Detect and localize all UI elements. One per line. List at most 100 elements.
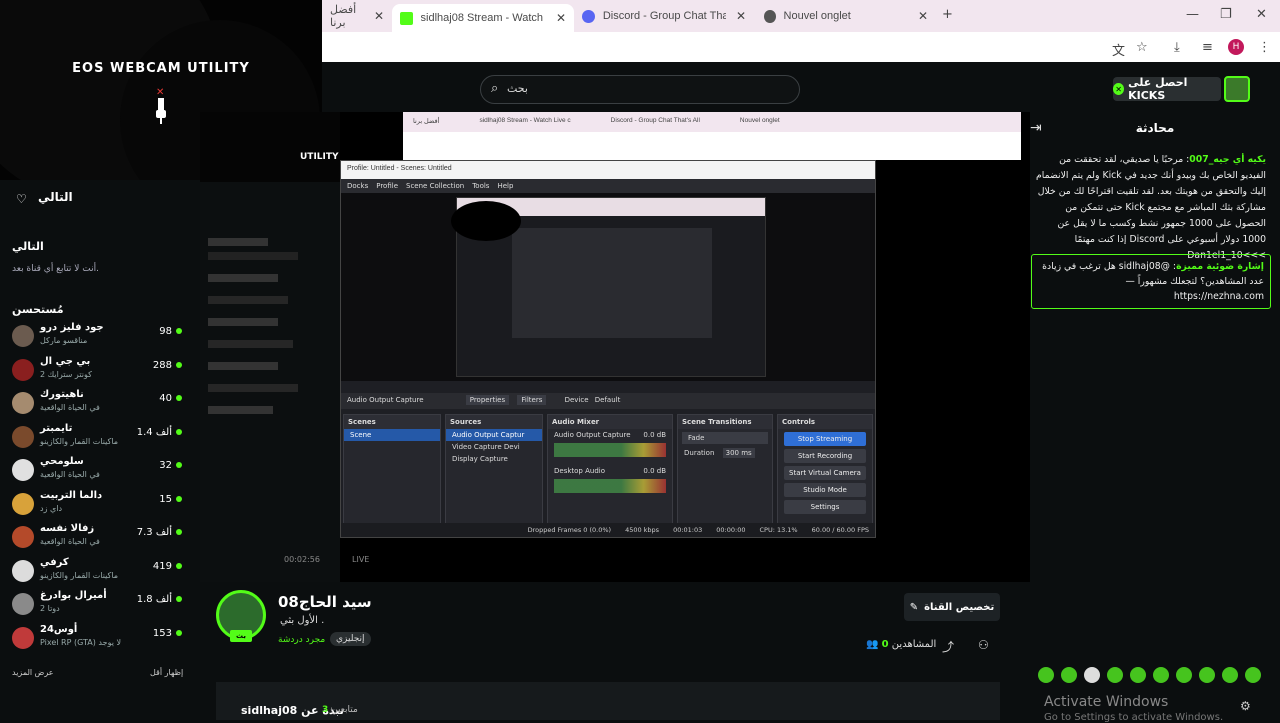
sidebar-channel[interactable]: أميرال بوادرغ دوتا 2 1.8 ألف xyxy=(10,590,190,623)
tab-1[interactable]: أفضل برنا ✕ xyxy=(322,4,392,29)
start-recording-button[interactable]: Start Recording xyxy=(784,449,866,463)
following-section: التالي xyxy=(12,240,44,253)
stream-tag[interactable]: إنجليزي xyxy=(330,632,371,646)
close-icon[interactable]: ✕ xyxy=(556,11,566,25)
filters-button[interactable]: Filters xyxy=(517,395,547,405)
obs-menu-help[interactable]: Help xyxy=(497,182,513,190)
tab-label: Discord - Group Chat That's All xyxy=(602,10,726,22)
emote-icon[interactable] xyxy=(1199,667,1215,683)
studio-mode-button[interactable]: Studio Mode xyxy=(784,483,866,497)
obs-window[interactable]: Profile: Untitled - Scenes: Untitled Doc… xyxy=(340,160,876,538)
captured-browser-bar: أفضل برنا sidlhaj08 Stream - Watch Live … xyxy=(403,112,1021,160)
emote-icon[interactable] xyxy=(1153,667,1169,683)
sidebar-channel[interactable]: أوس24 Pixel RP (GTA) لا يوجد 153 xyxy=(10,624,190,657)
emote-icon[interactable] xyxy=(1130,667,1146,683)
search-input[interactable]: ⌕ بحث xyxy=(480,75,800,104)
share-icon[interactable]: ⤴ xyxy=(942,638,954,655)
tab-discord[interactable]: Discord - Group Chat That's All ✕ xyxy=(574,4,754,28)
scene-item[interactable]: Scene xyxy=(344,429,440,441)
properties-button[interactable]: Properties xyxy=(465,395,510,405)
captured-tab: sidlhaj08 Stream - Watch Live c xyxy=(479,117,571,124)
device-select[interactable]: Default xyxy=(595,396,621,404)
obs-menu-tools[interactable]: Tools xyxy=(472,182,489,190)
source-item[interactable]: Display Capture xyxy=(446,453,542,465)
emote-icon[interactable] xyxy=(1038,667,1054,683)
sidebar-channel[interactable]: سلومحي في الحياة الواقعية 32 xyxy=(10,456,190,489)
obs-menu-profile[interactable]: Profile xyxy=(376,182,398,190)
sidebar-channel[interactable]: كرفي ماكينات القمار والكازينو 419 xyxy=(10,557,190,590)
translate-icon[interactable]: 文 xyxy=(1112,40,1125,59)
sidebar-channel[interactable]: جود فليز درو مناقسو ماركل 98 xyxy=(10,322,190,355)
recursive-sidebar-capture: UTILITY xyxy=(200,112,340,582)
sidebar-channel[interactable]: دالما التربيت داي زد 15 xyxy=(10,490,190,523)
scenes-dock: Scenes Scene xyxy=(343,414,441,524)
chat-username[interactable]: يكيه أي جيه_007 xyxy=(1189,154,1266,165)
captured-tab: Nouvel onglet xyxy=(739,117,780,124)
source-item[interactable]: Audio Output Captur xyxy=(446,429,542,441)
obs-menu-docks[interactable]: Docks xyxy=(347,182,368,190)
kick-favicon-icon xyxy=(400,11,413,25)
chat-username[interactable]: إشارة ضوئية مميزة xyxy=(1176,261,1264,272)
obs-menu-scene-collection[interactable]: Scene Collection xyxy=(406,182,464,190)
maximize-icon[interactable]: ❐ xyxy=(1220,7,1232,22)
close-icon[interactable]: ✕ xyxy=(374,9,384,23)
emote-icon[interactable] xyxy=(1245,667,1261,683)
star-icon[interactable]: ☆ xyxy=(1136,40,1148,55)
tab-new[interactable]: Nouvel onglet ✕ xyxy=(756,4,936,28)
about-bar: sidlhaj08 نبذة عن 3 متابعين xyxy=(216,682,1000,720)
transition-select[interactable]: Fade xyxy=(682,432,768,444)
sidebar-channel[interactable]: زفالا نفسه في الحياة الواقعية 7.3 ألف xyxy=(10,523,190,556)
obs-preview xyxy=(341,193,875,381)
user-add-icon[interactable]: ⚇ xyxy=(978,638,989,652)
get-kicks-button[interactable]: ✕ احصل على KICKS xyxy=(1113,76,1221,102)
globe-icon xyxy=(764,9,776,23)
channel-avatar xyxy=(12,425,34,448)
settings-button[interactable]: Settings xyxy=(784,500,866,514)
volume-meter[interactable] xyxy=(554,479,666,493)
new-tab-button[interactable]: + xyxy=(942,7,953,22)
menu-icon[interactable]: ⋮ xyxy=(1258,40,1271,55)
volume-meter[interactable] xyxy=(554,443,666,457)
customize-channel-button[interactable]: ✎ تخصيص القناة xyxy=(904,593,1000,621)
browser-tab-bar: أفضل برنا ✕ sidlhaj08 Stream - Watch Liv… xyxy=(322,0,1280,32)
stream-category[interactable]: مجرد دردشة xyxy=(278,635,325,645)
user-avatar[interactable] xyxy=(1224,76,1250,102)
emote-icon[interactable] xyxy=(1176,667,1192,683)
emote-icon[interactable] xyxy=(1061,667,1077,683)
start-virtual-camera-button[interactable]: Start Virtual Camera xyxy=(784,466,866,480)
source-item[interactable]: Video Capture Devi xyxy=(446,441,542,453)
followers: 3 متابعين xyxy=(322,705,358,715)
sidebar-channel[interactable]: بي جي ال كونتر سترايك 2 288 xyxy=(10,356,190,389)
show-more-link[interactable]: عرض المزيد xyxy=(12,668,54,677)
viewers-label: المشاهدين xyxy=(891,639,937,650)
track-name: Audio Output Capture xyxy=(554,431,631,439)
emote-icon[interactable] xyxy=(1222,667,1238,683)
chat-mention: @sidlhaj08 xyxy=(1118,261,1170,272)
tab-kick-stream[interactable]: sidlhaj08 Stream - Watch Live c ✕ xyxy=(392,4,574,32)
chat-settings-icon[interactable]: ⚙ xyxy=(1240,699,1251,713)
usb-disconnected-icon: ✕ xyxy=(156,87,166,124)
sidebar-channel[interactable]: تايمبتر ماكينات القمار والكازينو 1.4 ألف xyxy=(10,423,190,456)
live-badge: بث xyxy=(230,630,252,642)
search-placeholder: بحث xyxy=(507,82,528,95)
audio-output-label: Audio Output Capture xyxy=(347,396,424,404)
close-icon[interactable]: ✕ xyxy=(736,9,746,23)
profile-avatar[interactable]: H xyxy=(1228,39,1244,55)
channel-name: كرفي xyxy=(40,556,69,568)
media-icon[interactable]: ≡ xyxy=(1202,40,1213,55)
close-icon[interactable]: ✕ xyxy=(918,9,928,23)
emote-icon[interactable] xyxy=(1084,667,1100,683)
emote-icon[interactable] xyxy=(1107,667,1123,683)
minimize-icon[interactable]: — xyxy=(1186,7,1199,22)
stop-streaming-button[interactable]: Stop Streaming xyxy=(784,432,866,446)
window-close-icon[interactable]: ✕ xyxy=(1256,7,1267,22)
sidebar-channel[interactable]: ناهيتورك في الحياة الواقعية 40 xyxy=(10,389,190,422)
highlighted-chat-message: إشارة ضوئية مميزة: @sidlhaj08 هل ترغب في… xyxy=(1031,254,1271,309)
download-icon[interactable]: ⤓ xyxy=(1174,40,1180,55)
show-less-link[interactable]: إظهار أقل xyxy=(150,668,183,677)
sources-dock: Sources Audio Output Captur Video Captur… xyxy=(445,414,543,524)
duration-input[interactable]: 300 ms xyxy=(722,448,755,458)
viewer-count: 419 xyxy=(153,561,182,572)
channel-game: دوتا 2 xyxy=(40,604,60,613)
streamer-name[interactable]: سيد الحاج08 xyxy=(278,593,372,611)
